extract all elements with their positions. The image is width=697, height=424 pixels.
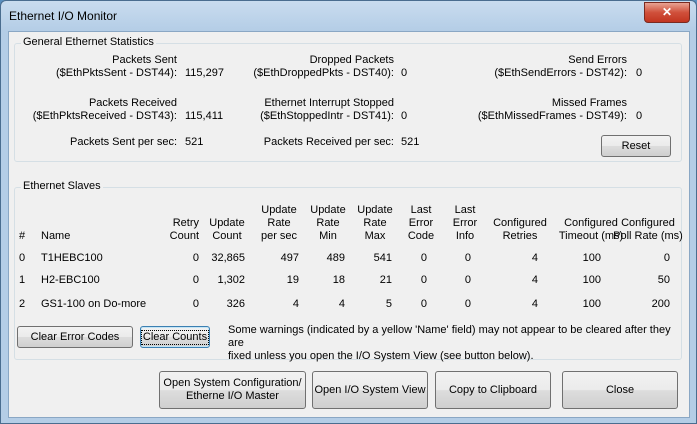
packets-received-per-sec-label: Packets Received per sec: bbox=[263, 136, 394, 148]
row-configured-poll-rate: 0 bbox=[663, 252, 670, 264]
title-bar[interactable]: Ethernet I/O Monitor ✕ bbox=[1, 1, 696, 31]
open-system-configuration-button[interactable]: Open System Configuration/ Etherne I/O M… bbox=[159, 371, 306, 409]
warning-note-line1: Some warnings (indicated by a yellow 'Na… bbox=[228, 324, 671, 349]
row-last-error-info: 0 bbox=[464, 274, 471, 286]
open-io-system-view-button[interactable]: Open I/O System View bbox=[312, 371, 428, 409]
row-update-rate-per-sec: 4 bbox=[292, 298, 299, 310]
window-title: Ethernet I/O Monitor bbox=[9, 9, 118, 23]
row-configured-retries: 4 bbox=[531, 274, 538, 286]
row-configured-retries: 4 bbox=[531, 298, 538, 310]
col-header-num: # bbox=[19, 230, 26, 242]
clear-counts-button[interactable]: Clear Counts bbox=[140, 326, 210, 348]
dialog-body: General Ethernet Statistics Packets Sent… bbox=[8, 31, 690, 418]
row-retry-count: 0 bbox=[192, 298, 199, 310]
packets-sent-per-sec-label: Packets Sent per sec: bbox=[70, 136, 177, 148]
packets-sent-tag-label: ($EthPktsSent - DST44): bbox=[55, 67, 177, 79]
window-close-button[interactable]: ✕ bbox=[644, 2, 690, 23]
clear-counts-label: Clear Counts bbox=[140, 329, 210, 345]
clear-error-codes-label: Clear Error Codes bbox=[30, 330, 120, 343]
row-update-count: 326 bbox=[226, 298, 245, 310]
row-name: T1HEBC100 bbox=[41, 252, 103, 264]
open-io-system-view-label: Open I/O System View bbox=[314, 383, 426, 396]
close-button[interactable]: Close bbox=[562, 371, 678, 409]
row-num: 1 bbox=[19, 274, 26, 286]
row-num: 2 bbox=[19, 298, 26, 310]
col-header-last-error-code: Last Error Code bbox=[407, 204, 435, 242]
packets-received-tag-label: ($EthPktsReceived - DST43): bbox=[32, 110, 177, 122]
warning-note-line2: fixed unless you open the I/O System Vie… bbox=[228, 350, 534, 362]
col-header-name: Name bbox=[41, 230, 71, 242]
general-stats-group-title: General Ethernet Statistics bbox=[21, 36, 156, 48]
row-configured-poll-rate: 50 bbox=[657, 274, 670, 286]
col-header-update-rate-min: Update Rate Min bbox=[310, 204, 346, 242]
row-last-error-code: 0 bbox=[420, 298, 427, 310]
missed-frames-value: 0 bbox=[636, 110, 643, 122]
row-update-count: 1,302 bbox=[217, 274, 245, 286]
col-header-update-rate-per-sec: Update Rate per sec bbox=[260, 204, 298, 242]
row-update-rate-min: 489 bbox=[326, 252, 345, 264]
row-configured-timeout: 100 bbox=[582, 298, 601, 310]
row-update-rate-min: 18 bbox=[332, 274, 345, 286]
send-errors-value: 0 bbox=[636, 67, 643, 79]
row-update-rate-max: 21 bbox=[379, 274, 392, 286]
row-update-count: 32,865 bbox=[211, 252, 245, 264]
row-last-error-info: 0 bbox=[464, 252, 471, 264]
row-name: H2-EBC100 bbox=[41, 274, 100, 286]
row-last-error-code: 0 bbox=[420, 252, 427, 264]
missed-frames-tag-label: ($EthMissedFrames - DST49): bbox=[477, 110, 627, 122]
row-update-rate-per-sec: 497 bbox=[280, 252, 299, 264]
dropped-packets-tag-label: ($EthDroppedPkts - DST40): bbox=[253, 67, 394, 79]
col-header-update-rate-max: Update Rate Max bbox=[357, 204, 393, 242]
reset-button[interactable]: Reset bbox=[601, 135, 671, 157]
packets-sent-per-sec-value: 521 bbox=[185, 136, 204, 148]
missed-frames-label: Missed Frames bbox=[551, 97, 627, 109]
packets-received-label: Packets Received bbox=[88, 97, 177, 109]
col-header-configured-retries: Configured Retries bbox=[493, 217, 547, 242]
row-retry-count: 0 bbox=[192, 252, 199, 264]
col-header-retry-count: Retry Count bbox=[169, 217, 199, 242]
interrupt-stopped-tag-label: ($EthStoppedIntr - DST41): bbox=[260, 110, 394, 122]
clear-error-codes-button[interactable]: Clear Error Codes bbox=[17, 326, 133, 348]
warning-note: Some warnings (indicated by a yellow 'Na… bbox=[228, 324, 683, 363]
row-configured-timeout: 100 bbox=[582, 252, 601, 264]
packets-received-value: 115,411 bbox=[185, 110, 224, 122]
row-update-rate-min: 4 bbox=[338, 298, 345, 310]
interrupt-stopped-label: Ethernet Interrupt Stopped bbox=[264, 97, 394, 109]
packets-sent-label: Packets Sent bbox=[112, 54, 177, 66]
open-system-configuration-label: Open System Configuration/ Etherne I/O M… bbox=[163, 377, 302, 402]
row-num: 0 bbox=[19, 252, 26, 264]
send-errors-tag-label: ($EthSendErrors - DST42): bbox=[494, 67, 627, 79]
packets-received-per-sec-value: 521 bbox=[401, 136, 420, 148]
col-header-update-count: Update Count bbox=[209, 217, 245, 242]
row-configured-poll-rate: 200 bbox=[651, 298, 670, 310]
col-header-last-error-info: Last Error Info bbox=[452, 204, 478, 242]
dropped-packets-value: 0 bbox=[401, 67, 408, 79]
ethernet-io-monitor-window: Ethernet I/O Monitor ✕ General Ethernet … bbox=[0, 0, 697, 424]
copy-to-clipboard-label: Copy to Clipboard bbox=[448, 383, 538, 396]
row-last-error-info: 0 bbox=[464, 298, 471, 310]
interrupt-stopped-value: 0 bbox=[401, 110, 408, 122]
copy-to-clipboard-button[interactable]: Copy to Clipboard bbox=[435, 371, 551, 409]
col-header-configured-poll-rate: Configured Poll Rate (ms) bbox=[613, 217, 683, 242]
row-configured-timeout: 100 bbox=[582, 274, 601, 286]
close-button-label: Close bbox=[605, 383, 635, 396]
row-update-rate-max: 5 bbox=[385, 298, 392, 310]
row-name: GS1-100 on Do-more bbox=[41, 298, 147, 310]
reset-button-label: Reset bbox=[621, 139, 651, 152]
row-configured-retries: 4 bbox=[531, 252, 538, 264]
send-errors-label: Send Errors bbox=[568, 54, 627, 66]
row-update-rate-per-sec: 19 bbox=[286, 274, 299, 286]
dropped-packets-label: Dropped Packets bbox=[309, 54, 394, 66]
ethernet-slaves-group-title: Ethernet Slaves bbox=[21, 180, 103, 192]
close-icon: ✕ bbox=[661, 5, 673, 19]
row-retry-count: 0 bbox=[192, 274, 199, 286]
row-last-error-code: 0 bbox=[420, 274, 427, 286]
row-update-rate-max: 541 bbox=[373, 252, 392, 264]
